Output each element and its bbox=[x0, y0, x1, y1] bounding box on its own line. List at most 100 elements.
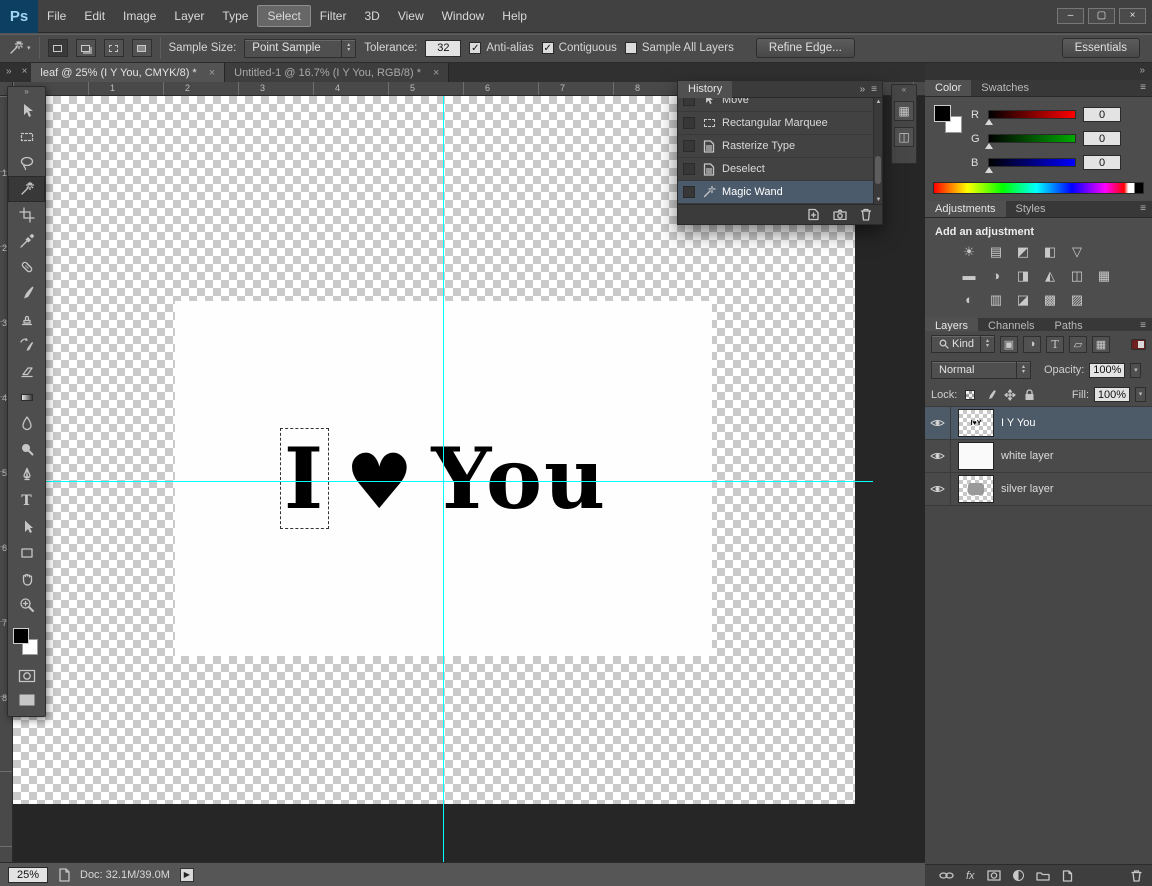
menu-window[interactable]: Window bbox=[433, 5, 494, 27]
adjustment-levels-icon[interactable]: ▤ bbox=[988, 244, 1004, 260]
adjustment-photo-filter-icon[interactable]: ◭ bbox=[1042, 268, 1058, 284]
tool-dodge[interactable] bbox=[8, 436, 45, 462]
adjustment-gradient-map-icon[interactable]: ▩ bbox=[1042, 292, 1058, 308]
tab-swatches[interactable]: Swatches bbox=[971, 80, 1039, 96]
new-group-folder-icon[interactable] bbox=[1035, 870, 1050, 881]
layer-visibility-eye-icon[interactable] bbox=[925, 440, 951, 472]
layer-thumbnail[interactable]: I♥Y bbox=[958, 409, 994, 437]
history-source-well[interactable] bbox=[683, 98, 695, 106]
blend-mode-dropdown[interactable]: Normal ▴ ▾ bbox=[931, 361, 1031, 379]
lock-all-icon[interactable] bbox=[1022, 388, 1037, 402]
panel-menu-icon[interactable]: ≡ bbox=[1140, 201, 1152, 217]
red-slider-track[interactable] bbox=[985, 110, 1076, 125]
tool-eyedropper[interactable] bbox=[8, 228, 45, 254]
adjustment-exposure-icon[interactable]: ◧ bbox=[1042, 244, 1058, 260]
lock-transparency-icon[interactable] bbox=[962, 388, 977, 402]
layer-row-white-layer[interactable]: white layer bbox=[925, 440, 1152, 473]
new-document-from-state-icon[interactable] bbox=[807, 208, 820, 221]
restore-button[interactable]: ▢ bbox=[1088, 8, 1115, 24]
blue-value-field[interactable] bbox=[1083, 155, 1121, 170]
history-source-well[interactable] bbox=[683, 117, 695, 129]
filter-kind-dropdown[interactable]: Kind ▴ ▾ bbox=[931, 335, 995, 353]
history-step-magic-wand[interactable]: Magic Wand bbox=[678, 181, 873, 204]
tool-blur[interactable] bbox=[8, 410, 45, 436]
menu-help[interactable]: Help bbox=[493, 5, 536, 27]
history-step-rectangular-marquee[interactable]: Rectangular Marquee bbox=[678, 112, 873, 135]
add-to-selection-button[interactable] bbox=[75, 39, 96, 57]
adjustment-channel-mixer-icon[interactable]: ◫ bbox=[1069, 268, 1085, 284]
menu-file[interactable]: File bbox=[38, 5, 75, 27]
refine-edge-button[interactable]: Refine Edge... bbox=[755, 38, 855, 58]
foreground-color-swatch[interactable] bbox=[934, 105, 951, 122]
tool-clone-stamp[interactable] bbox=[8, 306, 45, 332]
adjustment-invert-icon[interactable]: ◐ bbox=[961, 292, 977, 308]
tool-crop[interactable] bbox=[8, 202, 45, 228]
layer-row-i-y-you[interactable]: I♥Y I Y You bbox=[925, 407, 1152, 440]
history-step-move[interactable]: Move bbox=[678, 98, 873, 112]
tool-rectangle[interactable] bbox=[8, 540, 45, 566]
history-source-well[interactable] bbox=[683, 140, 695, 152]
link-layers-icon[interactable] bbox=[939, 871, 954, 880]
new-snapshot-camera-icon[interactable] bbox=[833, 209, 847, 220]
history-tab[interactable]: History bbox=[678, 80, 733, 98]
layer-filtering-switch[interactable] bbox=[1131, 338, 1146, 350]
menu-view[interactable]: View bbox=[389, 5, 433, 27]
layer-style-fx-icon[interactable]: fx bbox=[966, 870, 975, 882]
magic-wand-preset-icon[interactable]: ▾ bbox=[8, 40, 31, 56]
green-value-field[interactable] bbox=[1083, 131, 1121, 146]
layer-row-silver-layer[interactable]: silver layer bbox=[925, 473, 1152, 506]
menu-select[interactable]: Select bbox=[257, 5, 311, 27]
adjustment-color-balance-icon[interactable]: ◑ bbox=[988, 268, 1004, 284]
delete-state-trash-icon[interactable] bbox=[860, 208, 872, 221]
tool-zoom[interactable] bbox=[8, 592, 45, 618]
subtract-from-selection-button[interactable] bbox=[103, 39, 124, 57]
tool-spot-healing-brush[interactable] bbox=[8, 254, 45, 280]
tool-gradient[interactable] bbox=[8, 384, 45, 410]
sample-all-layers-checkbox[interactable] bbox=[624, 42, 637, 54]
status-options-arrow-icon[interactable]: ▶ bbox=[179, 867, 194, 882]
red-slider-thumb[interactable] bbox=[985, 119, 993, 125]
layer-visibility-eye-icon[interactable] bbox=[925, 473, 951, 505]
history-source-well[interactable] bbox=[683, 163, 695, 175]
adjustment-threshold-icon[interactable]: ◪ bbox=[1015, 292, 1031, 308]
foreground-color-swatch[interactable] bbox=[13, 628, 29, 644]
layer-name[interactable]: I Y You bbox=[1001, 417, 1035, 429]
green-slider-thumb[interactable] bbox=[985, 143, 993, 149]
adjustment-hue-saturation-icon[interactable]: ▬ bbox=[961, 268, 977, 284]
sample-size-dropdown[interactable]: Point Sample ▴ ▾ bbox=[244, 38, 357, 58]
blue-slider-thumb[interactable] bbox=[985, 167, 993, 173]
new-adjustment-layer-icon[interactable] bbox=[1012, 870, 1024, 881]
adjustment-color-lookup-icon[interactable]: ▦ bbox=[1096, 268, 1112, 284]
scroll-up-icon[interactable]: ▲ bbox=[875, 99, 882, 105]
close-tab-icon[interactable]: × bbox=[433, 67, 439, 79]
new-layer-icon[interactable] bbox=[1062, 869, 1073, 882]
layer-name[interactable]: white layer bbox=[1001, 450, 1054, 462]
tool-pen[interactable] bbox=[8, 462, 45, 488]
adjustment-curves-icon[interactable]: ◩ bbox=[1015, 244, 1031, 260]
horizontal-guide[interactable] bbox=[13, 481, 873, 482]
workspace-switcher-button[interactable]: Essentials bbox=[1061, 38, 1140, 58]
tool-path-selection[interactable] bbox=[8, 514, 45, 540]
panel-collapse-icon[interactable]: » bbox=[860, 84, 866, 95]
lock-position-icon[interactable] bbox=[1002, 388, 1017, 402]
close-button[interactable]: × bbox=[1119, 8, 1146, 24]
color-spectrum-ramp[interactable] bbox=[933, 182, 1144, 194]
filter-type-layers-icon[interactable]: T bbox=[1046, 335, 1064, 353]
opacity-dropdown-arrow-icon[interactable]: ▾ bbox=[1130, 362, 1142, 378]
fill-dropdown-arrow-icon[interactable]: ▾ bbox=[1135, 387, 1146, 402]
tool-eraser[interactable] bbox=[8, 358, 45, 384]
layer-thumbnail[interactable] bbox=[958, 475, 994, 503]
zoom-level-field[interactable] bbox=[8, 866, 48, 883]
menu-filter[interactable]: Filter bbox=[311, 5, 356, 27]
history-step-rasterize-type[interactable]: Rasterize Type bbox=[678, 135, 873, 158]
adjustment-posterize-icon[interactable]: ▥ bbox=[988, 292, 1004, 308]
tool-history-brush[interactable] bbox=[8, 332, 45, 358]
red-value-field[interactable] bbox=[1083, 107, 1121, 122]
history-scrollbar[interactable]: ▲ ▼ bbox=[873, 98, 882, 204]
toolbox-collapse-icon[interactable]: » bbox=[8, 87, 45, 98]
quick-mask-button[interactable] bbox=[8, 664, 45, 688]
menu-image[interactable]: Image bbox=[114, 5, 165, 27]
intersect-selection-button[interactable] bbox=[131, 39, 152, 57]
tab-styles[interactable]: Styles bbox=[1006, 201, 1056, 217]
tool-magic-wand[interactable] bbox=[8, 176, 45, 202]
